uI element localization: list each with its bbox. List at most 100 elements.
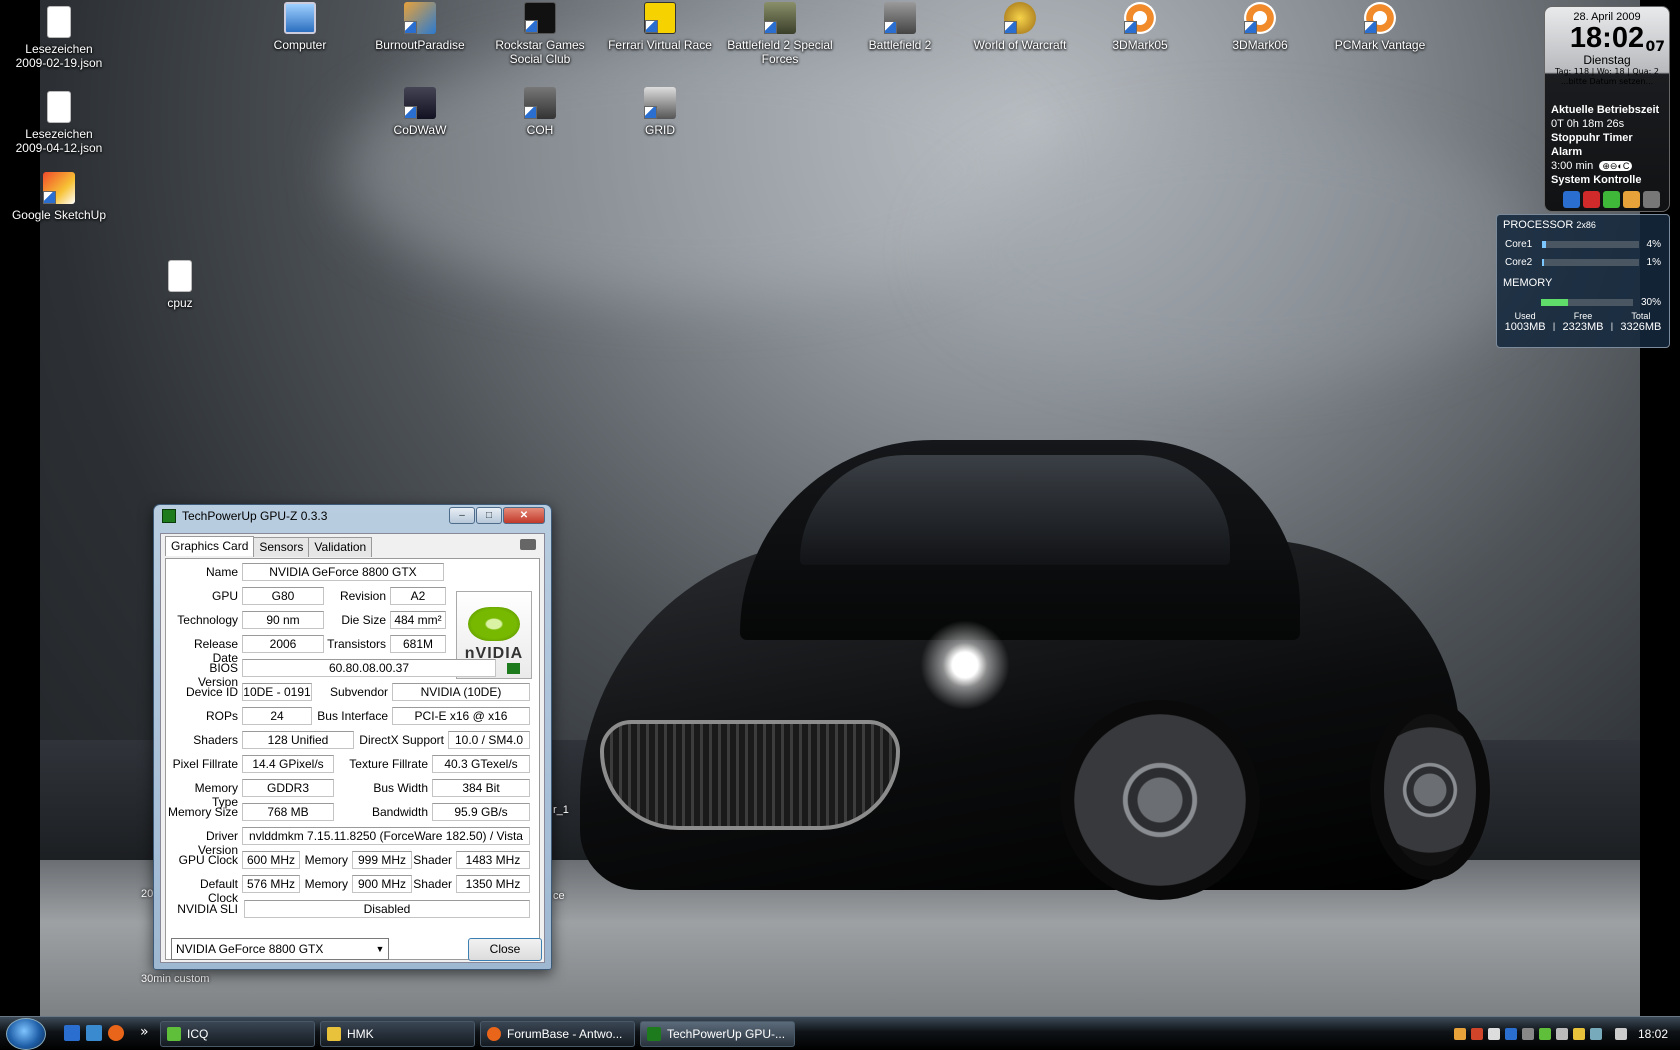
desktop-icon-coh[interactable]: COH bbox=[485, 87, 595, 137]
gpu-select-dropdown[interactable]: NVIDIA GeForce 8800 GTX ▼ bbox=[171, 938, 389, 960]
save-bios-icon[interactable] bbox=[507, 663, 520, 674]
start-button[interactable] bbox=[6, 1018, 46, 1050]
desktop-icon-lesezeichen-0412[interactable]: Lesezeichen 2009-04-12.json bbox=[4, 91, 114, 155]
clock-gadget[interactable]: 28. April 2009 18:02 07 Dienstag Tag: 11… bbox=[1544, 6, 1670, 212]
title-bar[interactable]: TechPowerUp GPU-Z 0.3.3 – □ ✕ bbox=[154, 505, 551, 527]
tray-icon[interactable] bbox=[1453, 1028, 1466, 1040]
free-label: Free bbox=[1573, 311, 1593, 321]
core-percent: 4% bbox=[1646, 238, 1661, 250]
clock-info: Tag: 118 | Wo: 18 | Qua: 2 bbox=[1555, 67, 1659, 76]
gpuz-window[interactable]: TechPowerUp GPU-Z 0.3.3 – □ ✕ Graphics C… bbox=[153, 504, 552, 970]
selected-gpu: NVIDIA GeForce 8800 GTX bbox=[176, 942, 324, 956]
icon-label: Social Club bbox=[509, 52, 571, 66]
desktop-icon-codwaw[interactable]: CoDWaW bbox=[365, 87, 475, 137]
timer-row: 3:00 min ⊕⊖◐C bbox=[1551, 159, 1665, 173]
processor-header: PROCESSOR 2x86 bbox=[1497, 215, 1669, 235]
desktop-icon-google-sketchup[interactable]: Google SketchUp bbox=[4, 172, 114, 222]
window-controls: – □ ✕ bbox=[449, 507, 545, 524]
gpu-field: G80 bbox=[242, 587, 324, 605]
separator: | bbox=[1552, 321, 1556, 331]
tab-graphics-card[interactable]: Graphics Card bbox=[165, 536, 255, 556]
task-gpuz[interactable]: TechPowerUp GPU-... bbox=[640, 1021, 795, 1047]
cloud bbox=[340, 40, 1040, 300]
ferrari-icon bbox=[644, 2, 676, 34]
desktop-icon-battlefield-2-sf[interactable]: Battlefield 2 Special Forces bbox=[725, 2, 835, 66]
bandwidth-field: 95.9 GB/s bbox=[432, 803, 530, 821]
close-window-button[interactable]: ✕ bbox=[503, 507, 545, 524]
pixel-fillrate-field: 14.4 GPixel/s bbox=[242, 755, 334, 773]
desktop-icon-battlefield-2[interactable]: Battlefield 2 bbox=[845, 2, 955, 52]
desktop-icon-burnoutparadise[interactable]: BurnoutParadise bbox=[365, 2, 475, 52]
timer-controls[interactable]: ⊕⊖◐C bbox=[1599, 161, 1633, 171]
transistors-label: Transistors bbox=[327, 637, 386, 651]
separator: | bbox=[1610, 321, 1614, 331]
tab-sensors[interactable]: Sensors bbox=[253, 537, 310, 557]
processor-subtitle: 2x86 bbox=[1576, 220, 1596, 230]
grid-icon bbox=[644, 87, 676, 119]
chevron-down-icon: ▼ bbox=[375, 944, 385, 954]
burnout-icon bbox=[404, 2, 436, 34]
close-button[interactable]: Close bbox=[468, 938, 542, 961]
memory-bar bbox=[1540, 298, 1633, 306]
shutdown-icon[interactable] bbox=[1583, 191, 1600, 208]
desktop-icon-cpuz[interactable]: cpuz bbox=[125, 260, 235, 310]
sli-field: Disabled bbox=[244, 900, 530, 918]
restart-icon[interactable] bbox=[1603, 191, 1620, 208]
tray-icon[interactable] bbox=[1504, 1028, 1517, 1040]
shader-clock-label: Shader bbox=[413, 853, 452, 867]
tray-icon[interactable] bbox=[1487, 1028, 1500, 1040]
car-front-wheel bbox=[1060, 700, 1260, 900]
core-bar bbox=[1541, 258, 1639, 266]
icq-tray-icon[interactable] bbox=[1538, 1028, 1551, 1040]
taskbar: » ICQ HMK ForumBase - Antwo... TechPower… bbox=[0, 1016, 1680, 1050]
switch-windows-icon[interactable] bbox=[86, 1025, 102, 1041]
cpu-meter-gadget[interactable]: PROCESSOR 2x86 Core1 4% Core2 1% MEMORY … bbox=[1496, 214, 1670, 348]
volume-icon[interactable] bbox=[1614, 1028, 1627, 1040]
taskbar-clock[interactable]: 18:02 bbox=[1638, 1027, 1668, 1041]
uptime-value: 0T 0h 18m 26s bbox=[1551, 118, 1625, 130]
desktop-icon-3dmark05[interactable]: 3DMark05 bbox=[1085, 2, 1195, 52]
memory-clock-field: 999 MHz bbox=[352, 851, 412, 869]
file-icon bbox=[47, 91, 71, 123]
desktop-icon-ferrari-virtual-race[interactable]: Ferrari Virtual Race bbox=[605, 2, 715, 52]
used-value: 1003MB bbox=[1504, 321, 1546, 333]
cloud bbox=[940, 120, 1540, 380]
technology-label: Technology bbox=[177, 613, 238, 627]
standby-icon[interactable] bbox=[1643, 191, 1660, 208]
desktop-icon-lesezeichen-0219[interactable]: Lesezeichen 2009-02-19.json bbox=[4, 6, 114, 70]
device-id-label: Device ID bbox=[185, 685, 238, 699]
desktop-icon-world-of-warcraft[interactable]: World of Warcraft bbox=[965, 2, 1075, 52]
task-icq[interactable]: ICQ bbox=[160, 1021, 315, 1047]
lock-icon[interactable] bbox=[1623, 191, 1640, 208]
tray-icon[interactable] bbox=[1589, 1028, 1602, 1040]
network-icon[interactable] bbox=[1521, 1028, 1534, 1040]
desktop-icon-rockstar-social-club[interactable]: Rockstar Games Social Club bbox=[485, 2, 595, 66]
clock-system-panel: Aktuelle Betriebszeit 0T 0h 18m 26s Stop… bbox=[1551, 103, 1665, 208]
minimize-button[interactable]: – bbox=[449, 507, 475, 524]
tab-validation[interactable]: Validation bbox=[308, 537, 373, 557]
memory-clock-label: Memory bbox=[304, 853, 348, 867]
task-forumbase[interactable]: ForumBase - Antwo... bbox=[480, 1021, 635, 1047]
task-label: ForumBase - Antwo... bbox=[507, 1027, 623, 1041]
quick-launch-chevron[interactable]: » bbox=[140, 1024, 149, 1040]
bus-width-field: 384 Bit bbox=[432, 779, 530, 797]
camera-icon[interactable] bbox=[520, 539, 536, 550]
release-date-field: 2006 bbox=[242, 635, 324, 653]
clock-info: ...bitte Datum setzen... bbox=[1560, 77, 1654, 86]
tray-icon[interactable] bbox=[1572, 1028, 1585, 1040]
firefox-icon[interactable] bbox=[108, 1025, 124, 1041]
tray-icon[interactable] bbox=[1555, 1028, 1568, 1040]
desktop-icon-3dmark06[interactable]: 3DMark06 bbox=[1205, 2, 1315, 52]
directx-field: 10.0 / SM4.0 bbox=[448, 731, 530, 749]
power-icon[interactable] bbox=[1563, 191, 1580, 208]
icon-label: GRID bbox=[645, 123, 675, 137]
show-desktop-icon[interactable] bbox=[64, 1025, 80, 1041]
desktop-icon-computer[interactable]: Computer bbox=[245, 2, 355, 52]
tray-icon[interactable] bbox=[1470, 1028, 1483, 1040]
desktop-icon-pcmark-vantage[interactable]: PCMark Vantage bbox=[1325, 2, 1435, 52]
texture-fillrate-label: Texture Fillrate bbox=[349, 757, 428, 771]
desktop-icon-grid[interactable]: GRID bbox=[605, 87, 715, 137]
task-hmk[interactable]: HMK bbox=[320, 1021, 475, 1047]
maximize-button[interactable]: □ bbox=[476, 507, 502, 524]
revision-label: Revision bbox=[339, 589, 386, 603]
